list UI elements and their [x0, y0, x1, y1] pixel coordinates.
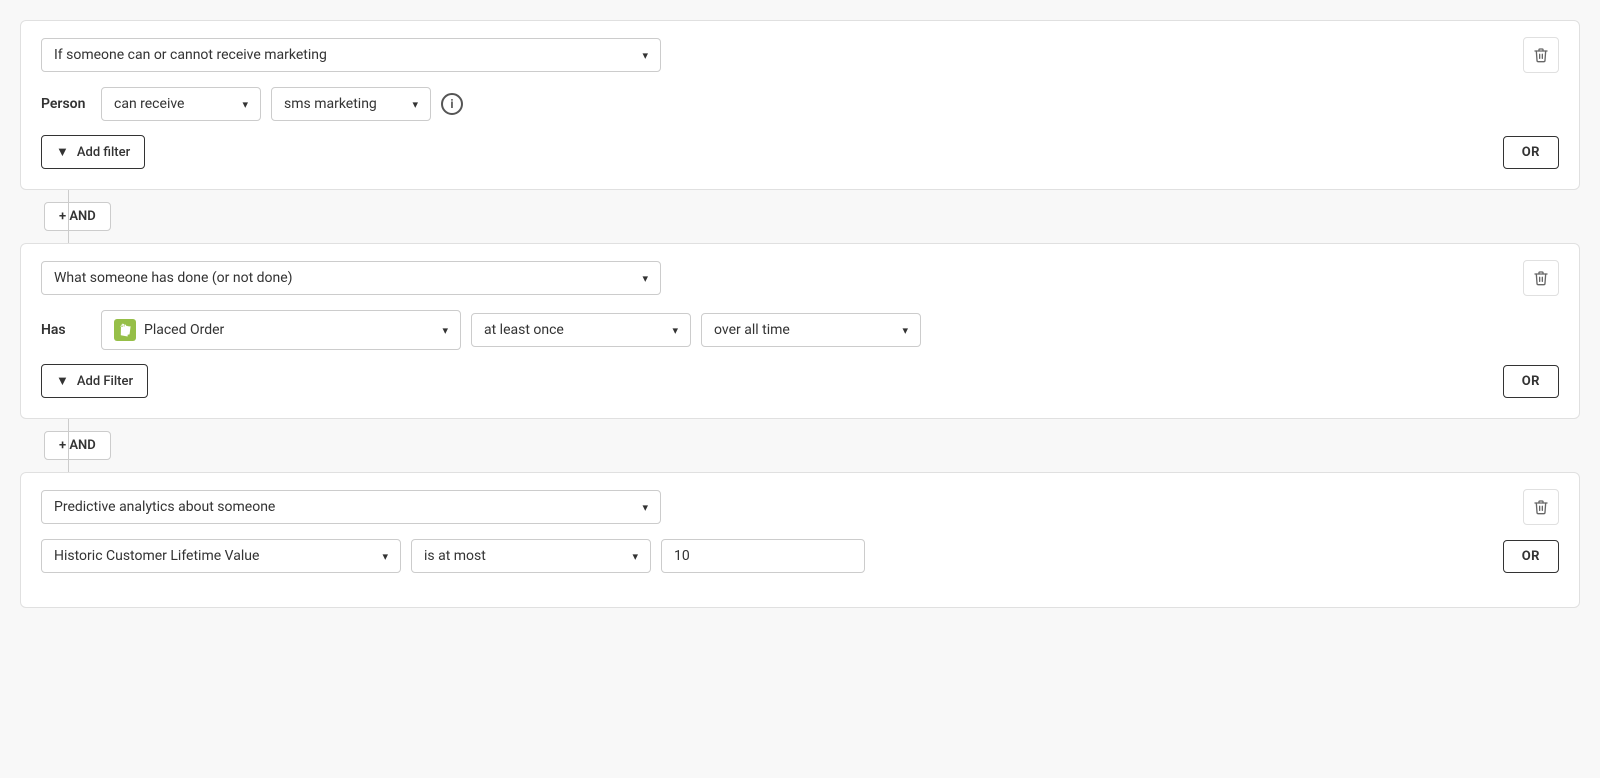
filter-row-3: Historic Customer Lifetime Value ▾ is at…: [41, 539, 1559, 573]
info-icon-1[interactable]: i: [441, 93, 463, 115]
and-connector-2: + AND: [20, 419, 1580, 472]
event-dropdown-arrow: ▾: [442, 324, 448, 337]
condition-dropdown[interactable]: is at most ▾: [411, 539, 651, 573]
or-label-2: OR: [1522, 374, 1540, 389]
category-label-3: Predictive analytics about someone: [54, 499, 275, 515]
filter-block-1-header-left: If someone can or cannot receive marketi…: [41, 38, 661, 72]
time-value: over all time: [714, 322, 790, 338]
filter-row-1: Person can receive ▾ sms marketing ▾ i: [41, 87, 1559, 121]
person-channel-value: sms marketing: [284, 96, 377, 112]
add-filter-button-2[interactable]: ▼ Add Filter: [41, 364, 148, 398]
and-button-1[interactable]: + AND: [44, 202, 111, 231]
person-label: Person: [41, 96, 91, 112]
person-condition-dropdown[interactable]: can receive ▾: [101, 87, 261, 121]
or-button-2[interactable]: OR: [1503, 365, 1559, 398]
and-connector-1: + AND: [20, 190, 1580, 243]
add-filter-button-1[interactable]: ▼ Add filter: [41, 135, 145, 169]
condition-value: is at most: [424, 548, 486, 564]
event-dropdown-inner: Placed Order: [114, 319, 224, 341]
category-dropdown-1-arrow: ▾: [642, 49, 648, 62]
filter-block-3: Predictive analytics about someone ▾ His…: [20, 472, 1580, 608]
delete-icon-2: [1533, 270, 1549, 286]
and-label-2: + AND: [59, 438, 96, 453]
delete-icon-3: [1533, 499, 1549, 515]
event-dropdown[interactable]: Placed Order ▾: [101, 310, 461, 350]
add-filter-icon-1: ▼: [56, 144, 69, 160]
or-button-3[interactable]: OR: [1503, 540, 1559, 573]
category-dropdown-3[interactable]: Predictive analytics about someone ▾: [41, 490, 661, 524]
add-filter-label-1: Add filter: [77, 145, 130, 160]
shopify-svg: [118, 323, 132, 337]
delete-button-3[interactable]: [1523, 489, 1559, 525]
filter-block-3-header: Predictive analytics about someone ▾: [41, 489, 1559, 525]
category-dropdown-1[interactable]: If someone can or cannot receive marketi…: [41, 38, 661, 72]
page-container: If someone can or cannot receive marketi…: [20, 20, 1580, 608]
frequency-value: at least once: [484, 322, 564, 338]
filter-block-2-header: What someone has done (or not done) ▾: [41, 260, 1559, 296]
category-label-2: What someone has done (or not done): [54, 270, 293, 286]
value-input-3[interactable]: [661, 539, 865, 573]
time-dropdown-arrow: ▾: [902, 324, 908, 337]
filter-footer-2: ▼ Add Filter OR: [41, 364, 1559, 398]
filter-block-2-header-left: What someone has done (or not done) ▾: [41, 261, 661, 295]
shopify-icon: [114, 319, 136, 341]
frequency-dropdown[interactable]: at least once ▾: [471, 313, 691, 347]
delete-icon-1: [1533, 47, 1549, 63]
person-condition-arrow: ▾: [242, 98, 248, 111]
and-button-2[interactable]: + AND: [44, 431, 111, 460]
or-label-3: OR: [1522, 549, 1540, 564]
metric-dropdown[interactable]: Historic Customer Lifetime Value ▾: [41, 539, 401, 573]
metric-value: Historic Customer Lifetime Value: [54, 548, 259, 564]
info-text-1: i: [450, 97, 453, 111]
time-dropdown[interactable]: over all time ▾: [701, 313, 921, 347]
filter-block-2: What someone has done (or not done) ▾ Ha…: [20, 243, 1580, 419]
category-dropdown-2-arrow: ▾: [642, 272, 648, 285]
metric-dropdown-arrow: ▾: [382, 550, 388, 563]
category-label-1: If someone can or cannot receive marketi…: [54, 47, 327, 63]
delete-button-1[interactable]: [1523, 37, 1559, 73]
filter-footer-1: ▼ Add filter OR: [41, 135, 1559, 169]
add-filter-label-2: Add Filter: [77, 374, 133, 389]
add-filter-icon-2: ▼: [56, 373, 69, 389]
has-label: Has: [41, 322, 91, 338]
category-dropdown-3-arrow: ▾: [642, 501, 648, 514]
filter-block-3-header-left: Predictive analytics about someone ▾: [41, 490, 661, 524]
or-label-1: OR: [1522, 145, 1540, 160]
filter-block-1: If someone can or cannot receive marketi…: [20, 20, 1580, 190]
and-label-1: + AND: [59, 209, 96, 224]
or-button-1[interactable]: OR: [1503, 136, 1559, 169]
category-dropdown-2[interactable]: What someone has done (or not done) ▾: [41, 261, 661, 295]
event-label: Placed Order: [144, 322, 224, 338]
filter-block-1-header: If someone can or cannot receive marketi…: [41, 37, 1559, 73]
delete-button-2[interactable]: [1523, 260, 1559, 296]
person-channel-arrow: ▾: [412, 98, 418, 111]
frequency-dropdown-arrow: ▾: [672, 324, 678, 337]
condition-dropdown-arrow: ▾: [632, 550, 638, 563]
filter-row-2: Has Placed Order ▾ at least once ▾ over …: [41, 310, 1559, 350]
person-condition-value: can receive: [114, 96, 184, 112]
person-channel-dropdown[interactable]: sms marketing ▾: [271, 87, 431, 121]
